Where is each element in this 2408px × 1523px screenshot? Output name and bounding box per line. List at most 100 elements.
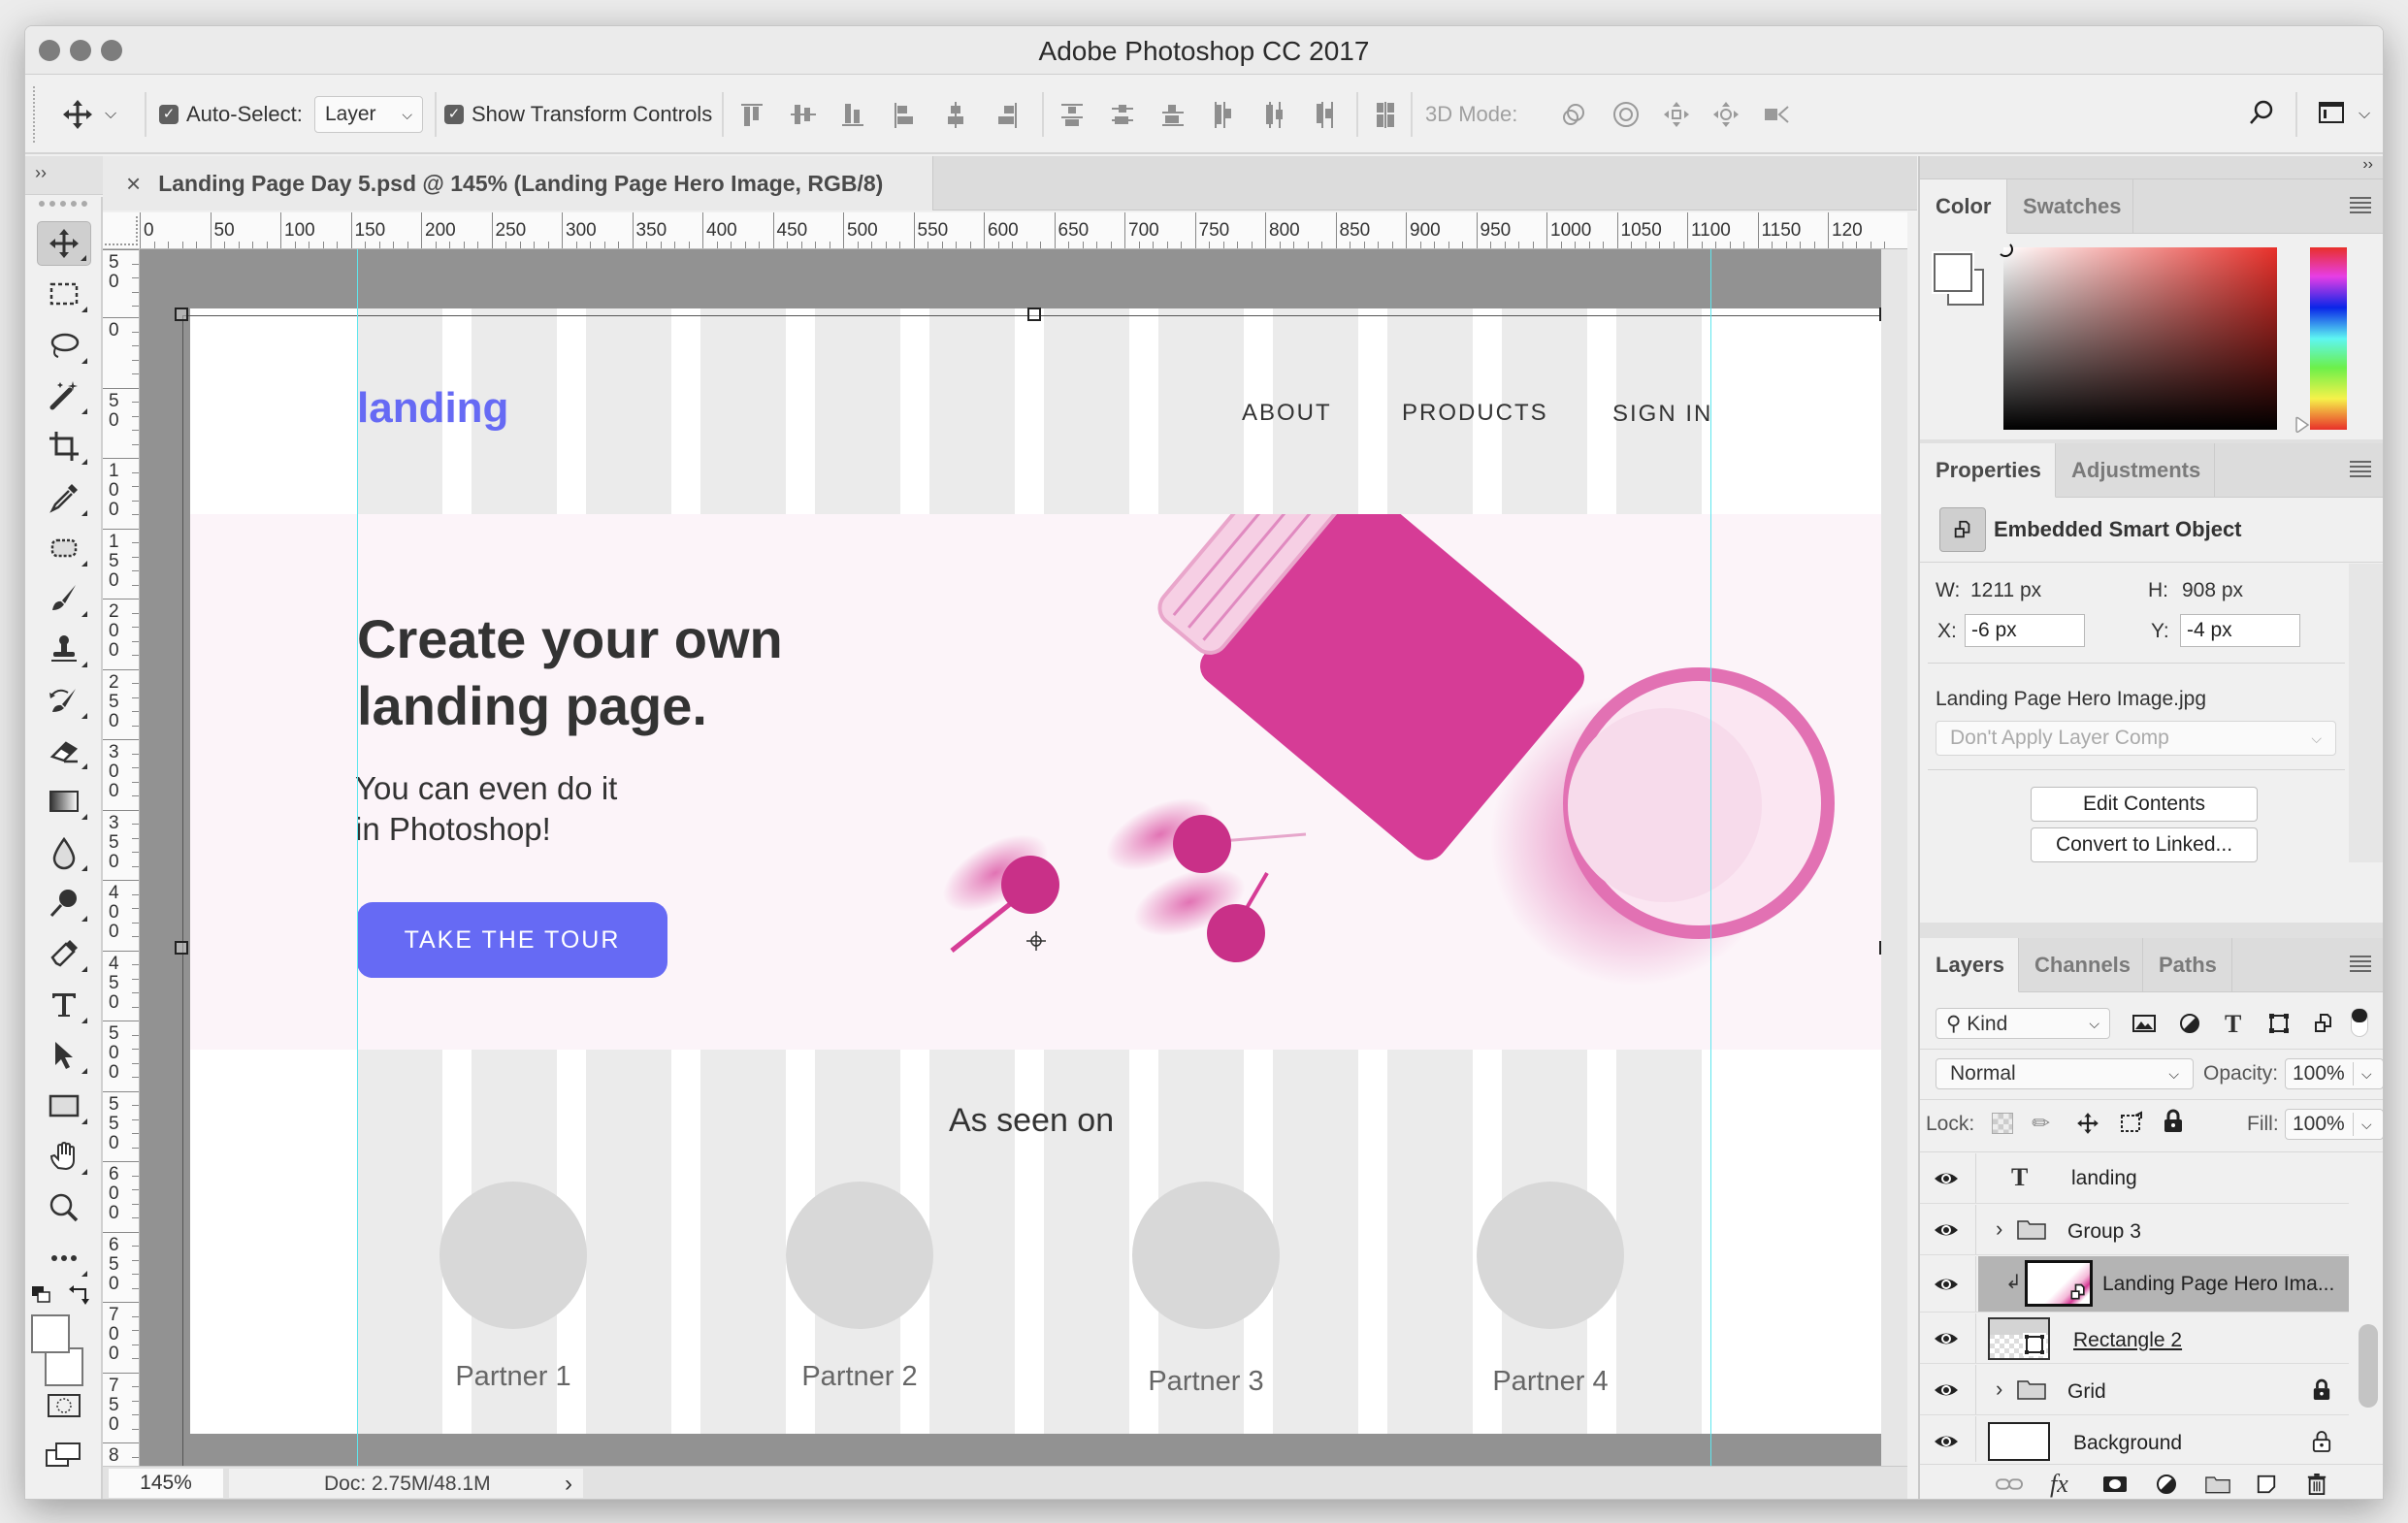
- layer-row[interactable]: Background: [1920, 1416, 2349, 1462]
- tool-rectangle[interactable]: [37, 1084, 91, 1128]
- vertical-scrollbar[interactable]: [1881, 249, 1907, 1466]
- align-horizontal-centers-icon[interactable]: [941, 100, 970, 129]
- visibility-eye-icon[interactable]: [1934, 1430, 1959, 1453]
- new-group-icon[interactable]: [2205, 1471, 2230, 1498]
- align-top-edges-icon[interactable]: [738, 100, 767, 129]
- lock-artboard-icon[interactable]: [2118, 1111, 2145, 1136]
- panel-collapse-button[interactable]: ››: [1920, 156, 2383, 179]
- document-canvas[interactable]: landing ABOUT PRODUCTS SIGN IN Create yo…: [190, 308, 1881, 1434]
- layers-scrollbar-track[interactable]: [2349, 1153, 2383, 1462]
- expand-group-chevron-icon[interactable]: ›: [1996, 1377, 2002, 1402]
- lock-transparent-pixels-icon[interactable]: [1992, 1113, 2013, 1134]
- panel-menu-icon[interactable]: [2350, 461, 2371, 477]
- tool-clone-stamp[interactable]: [37, 627, 91, 671]
- fx-icon[interactable]: fx: [2050, 1470, 2068, 1498]
- layer-row[interactable]: › Group 3: [1920, 1205, 2349, 1255]
- status-menu-arrow[interactable]: ›: [565, 1471, 572, 1498]
- tool-healing-brush[interactable]: [37, 526, 91, 570]
- filter-kind-dropdown[interactable]: ⚲ Kind ⌵: [1936, 1008, 2110, 1039]
- tool-move[interactable]: [37, 221, 91, 266]
- document-tab[interactable]: × Landing Page Day 5.psd @ 145% (Landing…: [103, 156, 933, 211]
- options-bar-grip[interactable]: [33, 86, 37, 143]
- align-right-edges-icon[interactable]: [992, 100, 1021, 129]
- visibility-eye-icon[interactable]: [1934, 1327, 1959, 1350]
- tab-swatches[interactable]: Swatches: [2007, 179, 2133, 234]
- color-picker-cursor[interactable]: [1998, 242, 2013, 257]
- auto-align-layers-icon[interactable]: [1372, 100, 1401, 129]
- tool-preset-picker[interactable]: ⌵: [60, 75, 116, 154]
- transform-handle-middle-left[interactable]: [175, 941, 188, 955]
- distribute-left-icon[interactable]: [1210, 100, 1239, 129]
- y-position-input[interactable]: -4 px: [2180, 614, 2300, 647]
- foreground-color-swatch[interactable]: [31, 1314, 70, 1353]
- panel-menu-icon[interactable]: [2350, 197, 2371, 213]
- distribute-right-icon[interactable]: [1311, 100, 1340, 129]
- hue-slider-handle[interactable]: [2294, 416, 2310, 434]
- workspace-switcher-icon[interactable]: [2317, 98, 2352, 127]
- lock-image-pixels-icon[interactable]: ✎: [2027, 1108, 2057, 1138]
- guide-right[interactable]: [1710, 249, 1711, 1466]
- foreground-color-chip[interactable]: [1934, 253, 1972, 292]
- tool-hand[interactable]: [37, 1134, 91, 1179]
- distribute-horizontal-centers-icon[interactable]: [1260, 100, 1289, 129]
- align-left-edges-icon[interactable]: [891, 100, 920, 129]
- tab-channels[interactable]: Channels: [2019, 938, 2143, 992]
- filter-toggle[interactable]: [2351, 1008, 2368, 1037]
- vertical-ruler[interactable]: 50 0 50 100 150 200 250 300 350 400 450 500 550 600 65…: [103, 249, 140, 1466]
- filter-adjustment-layers-icon[interactable]: [2178, 1012, 2201, 1035]
- swap-colors-icon[interactable]: [68, 1283, 93, 1307]
- tool-history-brush[interactable]: [37, 678, 91, 723]
- tool-eyedropper[interactable]: [37, 475, 91, 520]
- auto-select-dropdown[interactable]: Layer ⌵: [314, 96, 423, 133]
- layers-scrollbar-thumb[interactable]: [2359, 1324, 2378, 1408]
- lock-position-icon[interactable]: [2075, 1111, 2100, 1136]
- 3d-roll-icon[interactable]: [1611, 100, 1646, 129]
- tool-rectangular-marquee[interactable]: [37, 272, 91, 316]
- quick-mask-icon[interactable]: [47, 1392, 81, 1419]
- tool-path-selection[interactable]: [37, 1033, 91, 1078]
- tab-adjustments[interactable]: Adjustments: [2056, 443, 2215, 498]
- tool-dodge[interactable]: [37, 881, 91, 925]
- visibility-eye-icon[interactable]: [1934, 1273, 1959, 1296]
- properties-scrollbar[interactable]: [2349, 564, 2383, 862]
- background-color-swatch[interactable]: [45, 1347, 83, 1386]
- search-icon[interactable]: [2247, 98, 2282, 127]
- filter-shape-layers-icon[interactable]: [2267, 1012, 2291, 1035]
- chevron-down-icon[interactable]: ⌵: [2361, 1117, 2372, 1133]
- tool-brush[interactable]: [37, 576, 91, 621]
- 3d-orbit-icon[interactable]: [1560, 100, 1595, 129]
- panel-menu-icon[interactable]: [2350, 956, 2371, 972]
- x-position-input[interactable]: -6 px: [1965, 614, 2085, 647]
- auto-select-checkbox[interactable]: ✓ Auto-Select:: [159, 75, 303, 154]
- align-vertical-centers-icon[interactable]: [789, 100, 818, 129]
- add-mask-icon[interactable]: [2102, 1471, 2128, 1498]
- tab-layers[interactable]: Layers: [1920, 938, 2019, 992]
- 3d-pan-icon[interactable]: [1662, 100, 1697, 129]
- visibility-eye-icon[interactable]: [1934, 1218, 1959, 1242]
- distribute-bottom-icon[interactable]: [1159, 100, 1188, 129]
- chevron-down-icon[interactable]: ⌵: [2359, 106, 2370, 123]
- fill-input[interactable]: 100% ⌵: [2285, 1109, 2383, 1140]
- tool-gradient[interactable]: [37, 779, 91, 824]
- canvas-area[interactable]: landing ABOUT PRODUCTS SIGN IN Create yo…: [140, 249, 1907, 1466]
- toolbar-collapse-button[interactable]: ››: [25, 156, 103, 195]
- guide-left[interactable]: [357, 249, 358, 1466]
- tool-eraser[interactable]: [37, 729, 91, 773]
- hue-slider[interactable]: [2310, 247, 2347, 430]
- screen-mode-icon[interactable]: [45, 1441, 83, 1470]
- tool-type[interactable]: [37, 983, 91, 1027]
- close-tab-icon[interactable]: ×: [126, 169, 141, 199]
- expand-group-chevron-icon[interactable]: ›: [1996, 1216, 2002, 1242]
- tool-zoom[interactable]: [37, 1185, 91, 1230]
- opacity-input[interactable]: 100% ⌵: [2285, 1058, 2383, 1089]
- adjustment-layer-icon[interactable]: [2155, 1471, 2178, 1498]
- filter-smart-objects-icon[interactable]: [2312, 1012, 2335, 1035]
- visibility-eye-icon[interactable]: [1934, 1378, 1959, 1402]
- link-layers-icon[interactable]: [1996, 1471, 2023, 1498]
- tool-lasso[interactable]: [37, 323, 91, 368]
- delete-layer-icon[interactable]: [2306, 1471, 2327, 1498]
- layer-row[interactable]: ↲ Landing Page Hero Ima...: [1920, 1256, 2349, 1312]
- layer-comp-dropdown[interactable]: Don't Apply Layer Comp ⌵: [1936, 721, 2336, 756]
- horizontal-ruler[interactable]: 0 50 100 150 200 250 300 350 400 450 500 550 600 650 7…: [103, 212, 1907, 249]
- color-field[interactable]: [1998, 242, 2277, 430]
